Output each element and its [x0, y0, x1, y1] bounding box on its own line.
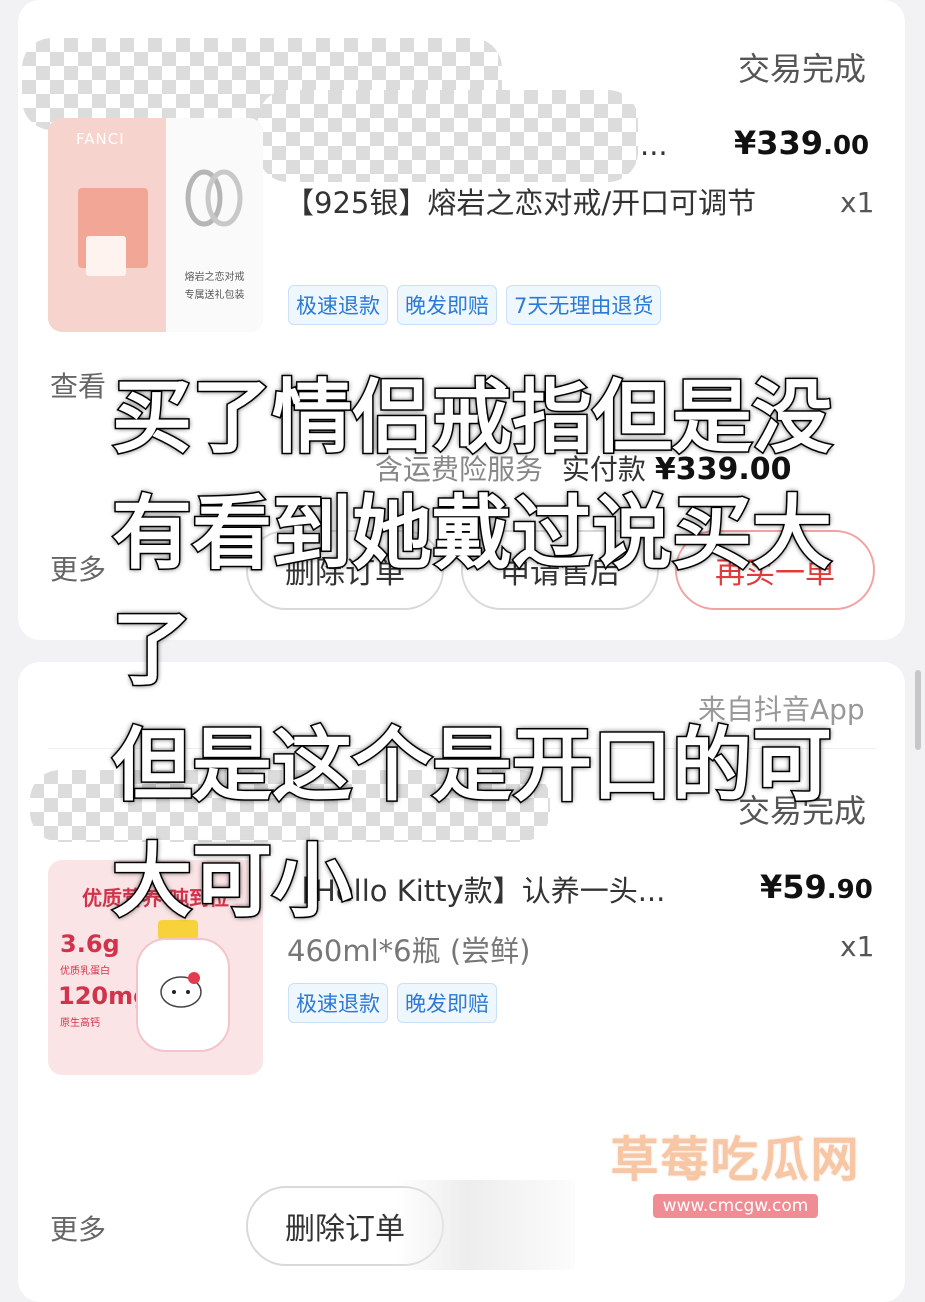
more-link[interactable]: 更多: [50, 1208, 106, 1248]
service-tags: 极速退款 晚发即赔: [288, 983, 497, 1023]
product-price: ¥339.00: [734, 124, 870, 162]
caption-line-1: 买了情侣戒指但是没: [111, 370, 834, 466]
stat-protein-label: 优质乳蛋白: [60, 966, 110, 977]
order-status: 交易完成: [738, 50, 867, 88]
product-thumbnail-ring[interactable]: FANCI 熔岩之恋对戒 专属送礼包装: [48, 118, 263, 332]
stat-calcium-label: 原生高钙: [60, 1018, 100, 1029]
gift-box-image: [86, 236, 126, 276]
caption-line-3: 了: [111, 602, 194, 698]
overlay-caption: 买了情侣戒指但是没 有看到她戴过说买大 了 但是这个是开口的可 大可小: [111, 360, 852, 940]
tag-fast-refund: 极速退款: [288, 983, 388, 1023]
tag-late-delivery-compensation: 晚发即赔: [397, 285, 497, 325]
view-logistics-link[interactable]: 查看: [50, 365, 106, 405]
watermark-name: 草莓吃瓜网: [610, 1132, 861, 1188]
product-title[interactable]: 【925银】熔岩之恋对戒/开口可调节: [285, 180, 765, 227]
watermark-url: www.cmcgw.com: [652, 1194, 819, 1218]
caption-line-4: 但是这个是开口的可: [111, 718, 834, 814]
thumbnail-caption-1: 熔岩之恋对戒: [184, 272, 245, 283]
blur-smudge: [395, 1180, 575, 1270]
tag-fast-refund: 极速退款: [288, 285, 388, 325]
tag-late-delivery-compensation: 晚发即赔: [397, 983, 497, 1023]
service-tags: 极速退款 晚发即赔 7天无理由退货: [288, 285, 662, 325]
tag-7day-return: 7天无理由退货: [506, 285, 662, 325]
product-quantity: x1: [840, 186, 875, 219]
caption-line-5: 大可小: [111, 834, 354, 930]
more-link[interactable]: 更多: [50, 548, 106, 588]
product-title-truncated: ...: [640, 128, 668, 162]
ring-pair-icon: [185, 169, 243, 227]
product-card: 熔岩之恋对戒 专属送礼包装: [166, 118, 263, 332]
caption-line-2: 有看到她戴过说买大: [111, 486, 834, 582]
blurred-title-area: [258, 90, 638, 182]
watermark: 草莓吃瓜网 www.cmcgw.com: [598, 1120, 873, 1218]
stat-protein: 3.6g: [60, 930, 120, 958]
hello-kitty-icon: [160, 972, 202, 1008]
scrollbar[interactable]: [915, 670, 921, 750]
thumbnail-brand: FANCI: [76, 130, 125, 148]
thumbnail-caption-2: 专属送礼包装: [184, 290, 245, 301]
